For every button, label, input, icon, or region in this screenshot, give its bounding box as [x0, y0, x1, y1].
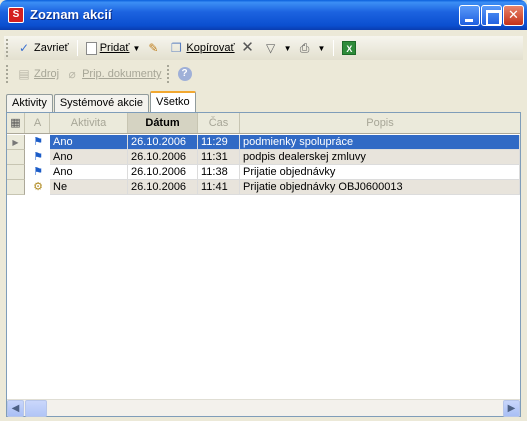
cell-cas[interactable]: 11:38 — [198, 165, 240, 180]
row-indicator[interactable] — [7, 165, 25, 180]
copy-icon: ❐ — [171, 41, 182, 55]
column-chooser-icon[interactable]: ▦ — [7, 113, 25, 133]
main-toolbar: ✓ Zavrieť Pridať ▼ ✎ ❐ Kopírovať ✕ ▽ ▼ ⎙… — [4, 36, 523, 60]
window-title: Zoznam akcií — [30, 7, 112, 22]
tab-vsetko[interactable]: Všetko — [150, 91, 196, 112]
paperclip-icon: ⌀ — [68, 67, 76, 81]
column-header-aktivita[interactable]: Aktivita — [50, 113, 128, 133]
secondary-toolbar: ▤ Zdroj ⌀ Prip. dokumenty ? — [4, 62, 523, 86]
source-icon: ▤ — [18, 67, 30, 81]
edit-icon: ✎ — [148, 41, 159, 55]
column-header-datum[interactable]: Dátum — [128, 113, 198, 133]
cell-datum[interactable]: 26.10.2006 — [128, 135, 198, 150]
title-bar: S Zoznam akcií — [0, 0, 527, 30]
filter-funnel-icon: ▽ — [265, 41, 276, 55]
cell-popis[interactable]: Prijatie objednávky OBJ0600013 — [240, 180, 520, 195]
cell-datum[interactable]: 26.10.2006 — [128, 150, 198, 165]
add-button[interactable]: Pridať ▼ — [83, 38, 144, 58]
delete-button[interactable]: ✕ — [238, 38, 261, 58]
copy-label: Kopírovať — [186, 42, 235, 54]
row-indicator-icon[interactable]: ▶ — [7, 135, 25, 150]
table-row[interactable]: ▶ ⚑ Ano 26.10.2006 11:29 podmienky spolu… — [7, 135, 520, 150]
table-row[interactable]: ⚑ Ano 26.10.2006 11:31 podpis dealerskej… — [7, 150, 520, 165]
excel-export-button[interactable]: X — [339, 38, 362, 58]
excel-icon: X — [342, 41, 357, 55]
delete-x-icon: ✕ — [241, 39, 254, 56]
row-indicator[interactable] — [7, 150, 25, 165]
window: S Zoznam akcií ✓ Zavrieť Pridať ▼ ✎ ❐ Ko… — [0, 0, 527, 421]
scroll-thumb[interactable] — [25, 400, 47, 417]
table-row[interactable]: ⚙ Ne 26.10.2006 11:41 Prijatie objednávk… — [7, 180, 520, 195]
cell-cas[interactable]: 11:41 — [198, 180, 240, 195]
checkmark-icon: ✓ — [18, 41, 30, 55]
cell-aktivita[interactable]: Ano — [50, 165, 128, 180]
actions-grid: ▦ A Aktivita Dátum Čas Popis ▶ ⚑ Ano 26.… — [6, 112, 521, 417]
close-window-button[interactable] — [503, 5, 524, 26]
tab-systemove-akcie[interactable]: Systémové akcie — [53, 94, 149, 112]
cell-aktivita[interactable]: Ano — [50, 150, 128, 165]
cell-datum[interactable]: 26.10.2006 — [128, 165, 198, 180]
scroll-right-button[interactable]: ▶ — [503, 400, 520, 417]
printer-icon: ⎙ — [299, 41, 310, 55]
app-icon: S — [8, 7, 24, 23]
attachments-button[interactable]: ⌀ Prip. dokumenty — [62, 64, 164, 84]
separator — [76, 40, 78, 56]
tab-aktivity[interactable]: Aktivity — [6, 94, 53, 112]
cell-cas[interactable]: 11:31 — [198, 150, 240, 165]
attachments-label: Prip. dokumenty — [82, 68, 162, 80]
chevron-down-icon: ▼ — [132, 43, 141, 53]
column-header-popis[interactable]: Popis — [240, 113, 520, 133]
cell-aktivita[interactable]: Ano — [50, 135, 128, 150]
cell-datum[interactable]: 26.10.2006 — [128, 180, 198, 195]
chevron-down-icon: ▼ — [283, 43, 292, 53]
close-button[interactable]: ✓ Zavrieť — [14, 38, 72, 58]
separator — [333, 40, 335, 56]
column-header-a[interactable]: A — [26, 113, 50, 133]
grid-header: ▦ A Aktivita Dátum Čas Popis — [7, 113, 520, 134]
horizontal-scrollbar[interactable]: ◀ ▶ — [7, 399, 520, 417]
activity-icon: ⚑ — [33, 166, 43, 178]
help-icon: ? — [177, 67, 192, 81]
minimize-button[interactable] — [459, 5, 480, 26]
chevron-down-icon: ▼ — [317, 43, 326, 53]
activity-icon: ⚑ — [33, 151, 43, 163]
close-label: Zavrieť — [34, 42, 69, 54]
edit-button[interactable]: ✎ — [143, 38, 166, 58]
column-header-cas[interactable]: Čas — [198, 113, 240, 133]
cell-popis[interactable]: Prijatie objednávky — [240, 165, 520, 180]
tab-strip: Aktivity Systémové akcie Všetko — [6, 91, 197, 112]
system-action-icon: ⚙ — [33, 181, 43, 193]
cell-popis[interactable]: podmienky spolupráce — [240, 135, 520, 150]
source-button[interactable]: ▤ Zdroj — [14, 64, 62, 84]
help-button[interactable]: ? — [175, 64, 198, 84]
scroll-left-button[interactable]: ◀ — [7, 400, 24, 417]
maximize-button[interactable] — [481, 5, 502, 26]
table-row[interactable]: ⚑ Ano 26.10.2006 11:38 Prijatie objednáv… — [7, 165, 520, 180]
cell-popis[interactable]: podpis dealerskej zmluvy — [240, 150, 520, 165]
cell-cas[interactable]: 11:29 — [198, 135, 240, 150]
copy-button[interactable]: ❐ Kopírovať — [166, 38, 237, 58]
row-indicator[interactable] — [7, 180, 25, 195]
toolbar-grip[interactable] — [166, 65, 171, 83]
add-label: Pridať — [99, 42, 130, 54]
source-label: Zdroj — [34, 68, 60, 80]
new-document-icon — [85, 41, 97, 55]
activity-icon: ⚑ — [33, 136, 43, 148]
print-button[interactable]: ⎙ ▼ — [295, 38, 329, 58]
toolbar-grip[interactable] — [6, 65, 10, 83]
toolbar-grip[interactable] — [6, 39, 10, 57]
filter-button[interactable]: ▽ ▼ — [261, 38, 295, 58]
cell-aktivita[interactable]: Ne — [50, 180, 128, 195]
